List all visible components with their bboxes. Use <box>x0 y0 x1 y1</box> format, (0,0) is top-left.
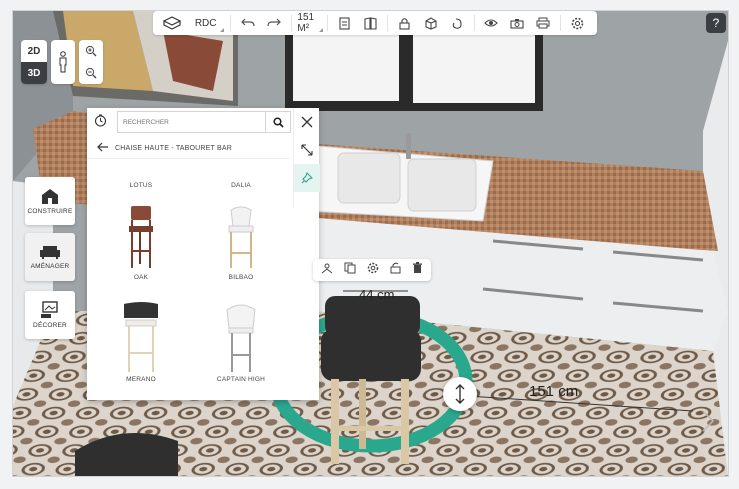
level-label: RDC <box>194 17 217 29</box>
product-card[interactable]: DALIA <box>191 160 291 189</box>
area-display[interactable]: 151 M² <box>295 11 323 35</box>
product-card[interactable]: OAK <box>91 202 191 281</box>
vertical-arrows-icon <box>455 384 465 404</box>
unlock-icon[interactable] <box>390 261 401 279</box>
material-swirl-icon[interactable] <box>444 11 470 35</box>
mode-construire-button[interactable]: CONSTRUIRE <box>25 177 75 225</box>
toolbar-divider <box>387 15 388 31</box>
width-dimension-label: 151 cm <box>529 383 579 400</box>
toolbar-divider <box>230 15 231 31</box>
mode-decorer-button[interactable]: DÉCORER <box>25 291 75 339</box>
undo-icon[interactable] <box>235 11 261 35</box>
product-image <box>91 302 191 372</box>
toolbar-divider <box>560 15 561 31</box>
redo-icon[interactable] <box>261 11 287 35</box>
product-name: MERANO <box>126 376 156 383</box>
app-viewport: RDC 151 M² ? 2D 3D CONSTRUIRE AMÉNAGER D… <box>12 10 729 477</box>
search-box <box>117 111 291 133</box>
product-grid: LOTUS DALIA OAK BILBAO MERANO CAPTAIN HI… <box>87 160 291 400</box>
product-image <box>191 202 291 268</box>
zoom-controls <box>79 40 103 84</box>
help-button[interactable]: ? <box>706 13 726 33</box>
sofa-icon <box>40 246 60 259</box>
help-icon: ? <box>712 16 720 30</box>
product-name: DALIA <box>231 182 251 189</box>
product-name: BILBAO <box>228 274 254 281</box>
zoom-out-icon[interactable] <box>79 62 103 84</box>
search-input[interactable] <box>118 117 265 127</box>
product-card[interactable]: MERANO <box>91 302 191 383</box>
product-image <box>191 304 291 372</box>
toolbar-divider <box>473 15 475 31</box>
catalog-book-icon[interactable] <box>357 11 383 35</box>
duplicate-icon[interactable] <box>344 261 356 279</box>
toolbar-divider <box>290 15 292 31</box>
picture-frame-icon <box>41 301 58 318</box>
settings-icon[interactable] <box>565 11 591 35</box>
trash-icon[interactable] <box>412 261 423 279</box>
catalog-side-actions <box>293 108 320 208</box>
product-card[interactable]: CAPTAIN HIGH <box>191 304 291 383</box>
view-mode-switch: 2D 3D <box>21 40 47 84</box>
pin-icon[interactable] <box>294 164 320 192</box>
product-name: LOTUS <box>129 182 153 189</box>
mode-label: CONSTRUIRE <box>27 208 73 215</box>
walkthrough-person-button[interactable] <box>51 40 75 84</box>
search-button[interactable] <box>265 112 290 132</box>
settings-icon[interactable] <box>367 261 379 279</box>
lock-icon[interactable] <box>392 11 418 35</box>
depth-dimension-label: 44 cm <box>359 287 395 302</box>
product-image <box>91 160 191 182</box>
product-name: OAK <box>133 274 149 281</box>
catalog-panel: CHAISE HAUTE - TABOURET BAR LOTUS DALIA … <box>87 108 320 400</box>
dropdown-corner-icon <box>220 28 225 32</box>
toolbar-divider <box>326 15 328 31</box>
level-selector[interactable]: RDC <box>185 11 226 35</box>
history-clock-icon[interactable] <box>94 114 107 132</box>
category-title: CHAISE HAUTE - TABOURET BAR <box>115 144 233 152</box>
move-object-icon[interactable] <box>321 261 333 279</box>
breadcrumb: CHAISE HAUTE - TABOURET BAR <box>87 138 291 159</box>
3d-box-icon[interactable] <box>159 11 185 35</box>
eye-icon[interactable] <box>478 11 504 35</box>
floor-plan-icon[interactable] <box>331 11 357 35</box>
view-2d-button[interactable]: 2D <box>21 40 47 62</box>
product-image <box>91 202 191 268</box>
camera-icon[interactable] <box>504 11 530 35</box>
top-toolbar: RDC 151 M² <box>153 11 597 35</box>
product-name: CAPTAIN HIGH <box>216 376 266 383</box>
height-resize-handle[interactable] <box>443 377 477 411</box>
close-icon[interactable] <box>294 108 320 136</box>
back-arrow-icon[interactable] <box>97 139 109 157</box>
area-label: 151 M² <box>297 12 315 34</box>
product-image <box>191 160 291 182</box>
object-action-toolbar <box>313 259 431 281</box>
house-icon <box>42 189 58 204</box>
person-icon <box>59 51 67 73</box>
search-icon <box>272 116 284 128</box>
texture-cube-icon[interactable] <box>418 11 444 35</box>
dropdown-corner-icon <box>318 28 323 32</box>
product-card[interactable]: LOTUS <box>91 160 191 189</box>
mode-label: DÉCORER <box>33 322 67 329</box>
zoom-in-icon[interactable] <box>79 40 103 62</box>
mode-label: AMÉNAGER <box>30 263 70 270</box>
print-icon[interactable] <box>530 11 556 35</box>
catalog-header <box>87 108 291 134</box>
expand-icon[interactable] <box>294 136 320 164</box>
view-3d-button[interactable]: 3D <box>21 62 47 84</box>
product-card[interactable]: BILBAO <box>191 202 291 281</box>
mode-amenager-button[interactable]: AMÉNAGER <box>25 233 75 281</box>
